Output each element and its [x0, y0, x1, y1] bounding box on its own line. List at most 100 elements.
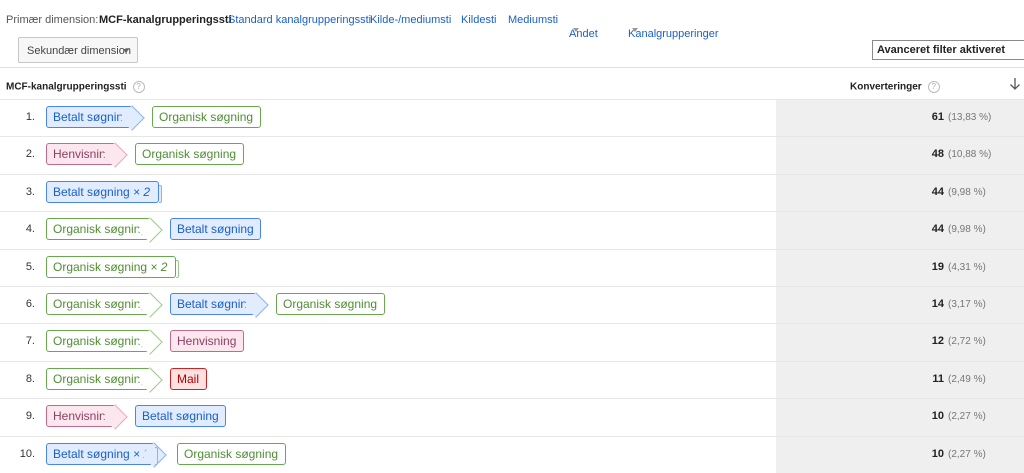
- primary-dimension-label: Primær dimension:: [6, 14, 99, 26]
- stack-shadow-icon: [159, 184, 162, 203]
- channel-chip-organisk[interactable]: Organisk søgning × 2: [46, 255, 179, 278]
- channel-chip-betalt[interactable]: Betalt søgning: [46, 105, 145, 131]
- conversions-value: 19: [931, 260, 944, 273]
- row-number: 3.: [25, 185, 35, 198]
- conversions-percentage: (2,27 %): [948, 411, 986, 423]
- table-row: 10. Betalt søgning × 2 Organisk søgning 10 (…: [0, 435, 1024, 473]
- dimension-standard-kanalgrupperingssti[interactable]: Standard kanalgrupperingssti: [228, 14, 371, 26]
- channel-chip-label: Organisk søgning: [53, 334, 148, 349]
- channel-chip-organisk[interactable]: Organisk søgning: [152, 106, 261, 128]
- table-header: MCF-kanalgrupperingssti? Konverteringer?: [0, 68, 1024, 99]
- channel-chip-organisk[interactable]: Organisk søgning: [276, 293, 385, 315]
- conversions-percentage: (10,88 %): [948, 149, 992, 161]
- conversions-percentage: (2,27 %): [948, 448, 986, 460]
- conversions-value: 10: [931, 447, 944, 460]
- conversions-value: 61: [931, 111, 944, 123]
- conversions-percentage: (2,49 %): [948, 373, 986, 385]
- row-number: 9.: [25, 410, 35, 423]
- conversions-percentage: (2,72 %): [948, 336, 986, 348]
- conversions-percentage: (3,17 %): [948, 299, 986, 310]
- channel-chip-henvisning[interactable]: Henvisning: [46, 404, 128, 430]
- channel-chip-label: Mail: [177, 371, 200, 386]
- conversions-percentage: (13,83 %): [948, 112, 992, 123]
- channel-chip-label: Organisk søgning: [184, 446, 279, 461]
- header-path[interactable]: MCF-kanalgrupperingssti?: [6, 81, 145, 93]
- channel-chip-label: Organisk søgning: [53, 222, 148, 237]
- conversions-value: 14: [931, 298, 944, 310]
- channel-chip-organisk[interactable]: Organisk søgning: [135, 143, 244, 166]
- channel-chip-henvisning[interactable]: Henvisning: [170, 330, 244, 353]
- row-number: 4.: [25, 223, 35, 236]
- stack-shadow-icon: [176, 259, 179, 278]
- header-conversions-label: Konverteringer: [850, 81, 922, 93]
- help-icon[interactable]: ?: [927, 81, 940, 93]
- channel-chip-betalt[interactable]: Betalt søgning: [170, 218, 261, 241]
- header-conversions[interactable]: Konverteringer?: [850, 81, 940, 93]
- channel-chip-label: Betalt søgning: [53, 184, 130, 199]
- channel-chip-label: Organisk søgning: [142, 147, 237, 162]
- secondary-dimension-button[interactable]: Sekundær dimension: [18, 37, 138, 63]
- row-number: 7.: [25, 335, 35, 348]
- stack-shadow-icon: [155, 446, 158, 465]
- conversions-value: 44: [931, 223, 944, 236]
- channel-chip-mail[interactable]: Mail: [170, 367, 207, 390]
- channel-chip-label: Organisk søgning: [53, 259, 148, 274]
- dimension-mcf-kanalgrupperingssti[interactable]: MCF-kanalgrupperingssti: [99, 14, 232, 26]
- advanced-filter-field[interactable]: Avanceret filter aktiveret: [872, 40, 1024, 60]
- help-icon[interactable]: ?: [132, 81, 145, 93]
- table-row: 1. Betalt søgning Organisk søgning 61 (13,83…: [0, 99, 1024, 136]
- table-row: 4. Organisk søgning Betalt søgning 44 (9,98 …: [0, 211, 1024, 248]
- channel-chip-label: Henvisning: [177, 334, 237, 349]
- channel-chip-betalt[interactable]: Betalt søgning: [170, 292, 269, 318]
- caret-down-icon: [632, 28, 638, 32]
- row-number: 5.: [25, 260, 35, 273]
- channel-chip-label: Organisk søgning: [159, 110, 254, 124]
- dimension-kilde-mediumsti[interactable]: Kilde-/mediumsti: [370, 14, 451, 26]
- secondary-dimension-label: Sekundær dimension: [27, 45, 131, 57]
- header-path-label: MCF-kanalgrupperingssti: [6, 81, 127, 93]
- kanalgrupperinger-label: Kanalgrupperinger: [628, 28, 719, 40]
- conversions-value: 11: [932, 372, 944, 385]
- channel-chip-label: Betalt søgning: [142, 409, 219, 424]
- channel-chip-organisk[interactable]: Organisk søgning: [46, 367, 163, 393]
- channel-chip-organisk[interactable]: Organisk søgning: [46, 292, 163, 318]
- table-row: 6. Organisk søgning Betalt søgning Organisk…: [0, 286, 1024, 323]
- table-row: 9. Henvisning Betalt søgning 10 (2,27 %): [0, 398, 1024, 435]
- table-row: 2. Henvisning Organisk søgning 48 (10,88 %): [0, 136, 1024, 173]
- row-number: 1.: [25, 111, 35, 123]
- channel-chip-organisk[interactable]: Organisk søgning: [177, 442, 286, 465]
- row-number: 2.: [25, 148, 35, 161]
- channel-chip-organisk[interactable]: Organisk søgning: [46, 329, 163, 356]
- conversions-value: 10: [931, 410, 944, 423]
- channel-chip-label: Betalt søgning: [53, 110, 130, 124]
- channel-chip-label: Betalt søgning: [177, 222, 254, 237]
- channel-chip-label: Betalt søgning: [177, 297, 254, 311]
- channel-chip-henvisning[interactable]: Henvisning: [46, 142, 128, 169]
- conversions-percentage: (9,98 %): [948, 186, 986, 198]
- channel-chip-betalt[interactable]: Betalt søgning × 2: [46, 441, 167, 468]
- table-row: 7. Organisk søgning Henvisning 12 (2,72 %): [0, 323, 1024, 360]
- channel-chip-label: Organisk søgning: [283, 297, 378, 311]
- row-number: 10.: [19, 447, 35, 460]
- channel-chip-betalt[interactable]: Betalt søgning × 2: [46, 180, 162, 203]
- repeat-count: × 2: [129, 184, 151, 199]
- conversions-percentage: (4,31 %): [948, 261, 986, 273]
- primary-dimension-bar: Primær dimension: MCF-kanalgrupperingsst…: [0, 0, 1024, 40]
- conversions-value: 44: [931, 185, 944, 198]
- row-number: 8.: [25, 372, 35, 385]
- conversions-percentage: (9,98 %): [948, 224, 986, 236]
- channel-chip-label: Organisk søgning: [53, 297, 148, 311]
- channel-chip-organisk[interactable]: Organisk søgning: [46, 217, 163, 243]
- table-row: 5. Organisk søgning × 2 19 (4,31 %): [0, 248, 1024, 286]
- table-row: 3. Betalt søgning × 2 44 (9,98 %): [0, 173, 1024, 211]
- channel-chip-label: Betalt søgning: [53, 446, 130, 461]
- channel-chip-label: Organisk søgning: [53, 371, 148, 386]
- sort-down-arrow-icon[interactable]: [1009, 77, 1021, 91]
- conversions-value: 48: [931, 148, 944, 161]
- dimension-kildesti[interactable]: Kildesti: [461, 14, 496, 26]
- table-row: 8. Organisk søgning Mail 11 (2,49 %): [0, 360, 1024, 398]
- caret-down-icon: [573, 28, 579, 32]
- dimension-mediumsti[interactable]: Mediumsti: [508, 14, 558, 26]
- channel-chip-betalt[interactable]: Betalt søgning: [135, 405, 226, 428]
- repeat-count: × 2: [147, 259, 168, 274]
